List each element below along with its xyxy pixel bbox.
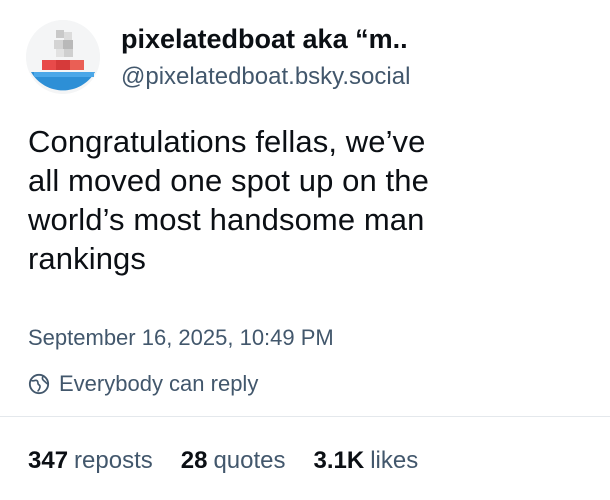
likes-count: 3.1K bbox=[313, 447, 365, 474]
divider bbox=[0, 416, 610, 417]
reply-setting[interactable]: Everybody can reply bbox=[28, 370, 258, 398]
post-text: Congratulations fellas, we’ve all moved … bbox=[28, 122, 573, 278]
post-header: pixelatedboat aka “m.. @pixelatedboat.bs… bbox=[26, 20, 410, 94]
reposts-count: 347 bbox=[28, 447, 69, 474]
post-text-line: all moved one spot up on the bbox=[28, 163, 429, 198]
post-card: pixelatedboat aka “m.. @pixelatedboat.bs… bbox=[0, 0, 610, 500]
post-timestamp[interactable]: September 16, 2025, 10:49 PM bbox=[28, 324, 334, 352]
reposts-label: reposts bbox=[74, 447, 153, 474]
author-info: pixelatedboat aka “m.. @pixelatedboat.bs… bbox=[121, 23, 410, 92]
display-name[interactable]: pixelatedboat aka “m.. bbox=[121, 23, 410, 55]
reply-setting-label: Everybody can reply bbox=[59, 371, 259, 396]
avatar[interactable] bbox=[26, 20, 100, 94]
globe-icon bbox=[28, 373, 50, 395]
reposts-stat[interactable]: 347 reposts bbox=[28, 446, 153, 476]
quotes-stat[interactable]: 28 quotes bbox=[181, 446, 286, 476]
user-handle[interactable]: @pixelatedboat.bsky.social bbox=[121, 62, 410, 92]
post-text-line: rankings bbox=[28, 241, 146, 276]
likes-label: likes bbox=[370, 447, 419, 474]
likes-stat[interactable]: 3.1K likes bbox=[314, 446, 419, 476]
post-text-line: Congratulations fellas, we’ve bbox=[28, 124, 426, 159]
quotes-label: quotes bbox=[213, 447, 286, 474]
post-text-line: world’s most handsome man bbox=[28, 202, 425, 237]
quotes-count: 28 bbox=[180, 447, 208, 474]
engagement-stats: 347 reposts 28 quotes 3.1K likes bbox=[28, 446, 446, 476]
